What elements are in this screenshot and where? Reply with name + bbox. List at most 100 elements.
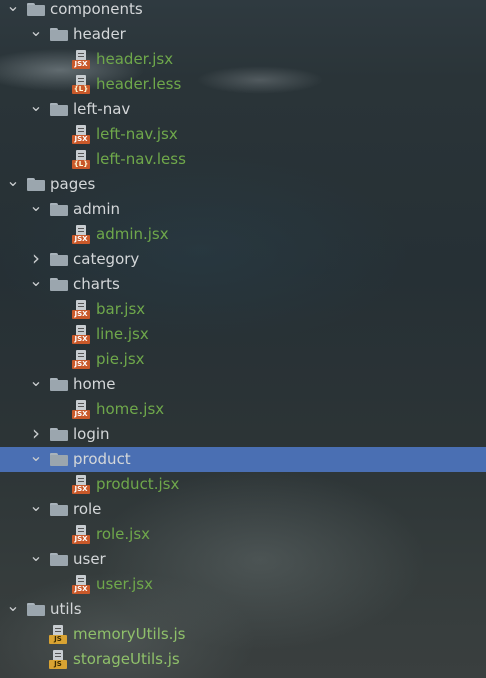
file-row-line-jsx[interactable]: JSX line.jsx <box>0 322 486 347</box>
folder-label: role <box>73 500 102 518</box>
jsx-file-icon: JSX <box>72 525 92 545</box>
folder-row-login[interactable]: › login <box>0 422 486 447</box>
file-label: pie.jsx <box>96 350 145 368</box>
file-row-left-nav-less[interactable]: {L} left-nav.less <box>0 147 486 172</box>
chevron-down-icon[interactable]: ⌄ <box>29 272 43 297</box>
jsx-file-icon: JSX <box>72 125 92 145</box>
chevron-down-icon[interactable]: ⌄ <box>6 597 20 622</box>
file-label: admin.jsx <box>96 225 169 243</box>
folder-icon <box>50 203 68 216</box>
file-label: header.less <box>96 75 182 93</box>
file-row-header-jsx[interactable]: JSX header.jsx <box>0 47 486 72</box>
folder-icon <box>50 28 68 41</box>
file-type-badge: JSX <box>72 485 90 494</box>
chevron-down-icon[interactable]: ⌄ <box>29 497 43 522</box>
file-label: role.jsx <box>96 525 151 543</box>
chevron-down-icon[interactable]: ⌄ <box>29 97 43 122</box>
file-label: product.jsx <box>96 475 180 493</box>
jsx-file-icon: JSX <box>72 225 92 245</box>
file-row-home-jsx[interactable]: JSX home.jsx <box>0 397 486 422</box>
file-type-badge: JSX <box>72 310 90 319</box>
file-type-badge: JSX <box>72 235 90 244</box>
chevron-down-icon[interactable]: ⌄ <box>29 22 43 47</box>
file-type-badge: JSX <box>72 535 90 544</box>
jsx-file-icon: JSX <box>72 350 92 370</box>
folder-icon <box>50 503 68 516</box>
file-type-badge: JS <box>49 660 67 669</box>
file-row-memoryutils-js[interactable]: JS memoryUtils.js <box>0 622 486 647</box>
file-row-pie-jsx[interactable]: JSX pie.jsx <box>0 347 486 372</box>
chevron-down-icon[interactable]: ⌄ <box>29 197 43 222</box>
chevron-down-icon[interactable]: ⌄ <box>6 0 20 22</box>
js-file-icon: JS <box>49 625 69 645</box>
folder-label: category <box>73 250 140 268</box>
chevron-down-icon[interactable]: ⌄ <box>29 447 43 472</box>
file-row-product-jsx[interactable]: JSX product.jsx <box>0 472 486 497</box>
file-label: left-nav.less <box>96 150 186 168</box>
chevron-right-icon[interactable]: › <box>29 247 43 272</box>
folder-label: pages <box>50 175 96 193</box>
file-label: header.jsx <box>96 50 174 68</box>
less-file-icon: {L} <box>72 75 92 95</box>
folder-row-product[interactable]: ⌄ product <box>0 447 486 472</box>
file-label: memoryUtils.js <box>73 625 186 643</box>
file-row-role-jsx[interactable]: JSX role.jsx <box>0 522 486 547</box>
folder-row-role[interactable]: ⌄ role <box>0 497 486 522</box>
folder-row-home[interactable]: ⌄ home <box>0 372 486 397</box>
file-type-badge: JSX <box>72 360 90 369</box>
jsx-file-icon: JSX <box>72 400 92 420</box>
folder-icon <box>50 253 68 266</box>
folder-row-utils[interactable]: ⌄ utils <box>0 597 486 622</box>
file-label: storageUtils.js <box>73 650 180 668</box>
file-row-storageutils-js[interactable]: JS storageUtils.js <box>0 647 486 672</box>
jsx-file-icon: JSX <box>72 325 92 345</box>
jsx-file-icon: JSX <box>72 475 92 495</box>
jsx-file-icon: JSX <box>72 50 92 70</box>
folder-icon <box>27 603 45 616</box>
folder-label: product <box>73 450 131 468</box>
folder-label: admin <box>73 200 120 218</box>
folder-row-user[interactable]: ⌄ user <box>0 547 486 572</box>
folder-row-category[interactable]: › category <box>0 247 486 272</box>
folder-icon <box>50 278 68 291</box>
folder-row-components[interactable]: ⌄ components <box>0 0 486 22</box>
js-file-icon: JS <box>49 650 69 670</box>
file-type-badge: JSX <box>72 410 90 419</box>
chevron-right-icon[interactable]: › <box>29 422 43 447</box>
file-row-bar-jsx[interactable]: JSX bar.jsx <box>0 297 486 322</box>
jsx-file-icon: JSX <box>72 575 92 595</box>
folder-row-charts[interactable]: ⌄ charts <box>0 272 486 297</box>
folder-label: charts <box>73 275 120 293</box>
folder-icon <box>50 378 68 391</box>
file-label: bar.jsx <box>96 300 146 318</box>
jsx-file-icon: JSX <box>72 300 92 320</box>
file-type-badge: JSX <box>72 60 90 69</box>
project-file-tree: ⌄ components ⌄ header JSX header.jsx {L} header… <box>0 0 486 672</box>
folder-row-left-nav[interactable]: ⌄ left-nav <box>0 97 486 122</box>
folder-icon <box>50 103 68 116</box>
file-row-left-nav-jsx[interactable]: JSX left-nav.jsx <box>0 122 486 147</box>
folder-icon <box>50 428 68 441</box>
folder-row-admin[interactable]: ⌄ admin <box>0 197 486 222</box>
folder-label: user <box>73 550 106 568</box>
file-type-badge: JSX <box>72 135 90 144</box>
folder-label: header <box>73 25 126 43</box>
folder-row-header[interactable]: ⌄ header <box>0 22 486 47</box>
chevron-down-icon[interactable]: ⌄ <box>29 547 43 572</box>
file-type-badge: JSX <box>72 585 90 594</box>
folder-icon <box>50 553 68 566</box>
chevron-down-icon[interactable]: ⌄ <box>6 172 20 197</box>
chevron-down-icon[interactable]: ⌄ <box>29 372 43 397</box>
file-row-user-jsx[interactable]: JSX user.jsx <box>0 572 486 597</box>
folder-label: home <box>73 375 116 393</box>
file-type-badge: {L} <box>72 85 90 94</box>
file-row-header-less[interactable]: {L} header.less <box>0 72 486 97</box>
file-label: left-nav.jsx <box>96 125 178 143</box>
folder-icon <box>50 453 68 466</box>
folder-label: left-nav <box>73 100 131 118</box>
folder-row-pages[interactable]: ⌄ pages <box>0 172 486 197</box>
file-row-admin-jsx[interactable]: JSX admin.jsx <box>0 222 486 247</box>
file-type-badge: {L} <box>72 160 90 169</box>
folder-label: login <box>73 425 110 443</box>
folder-icon <box>27 3 45 16</box>
